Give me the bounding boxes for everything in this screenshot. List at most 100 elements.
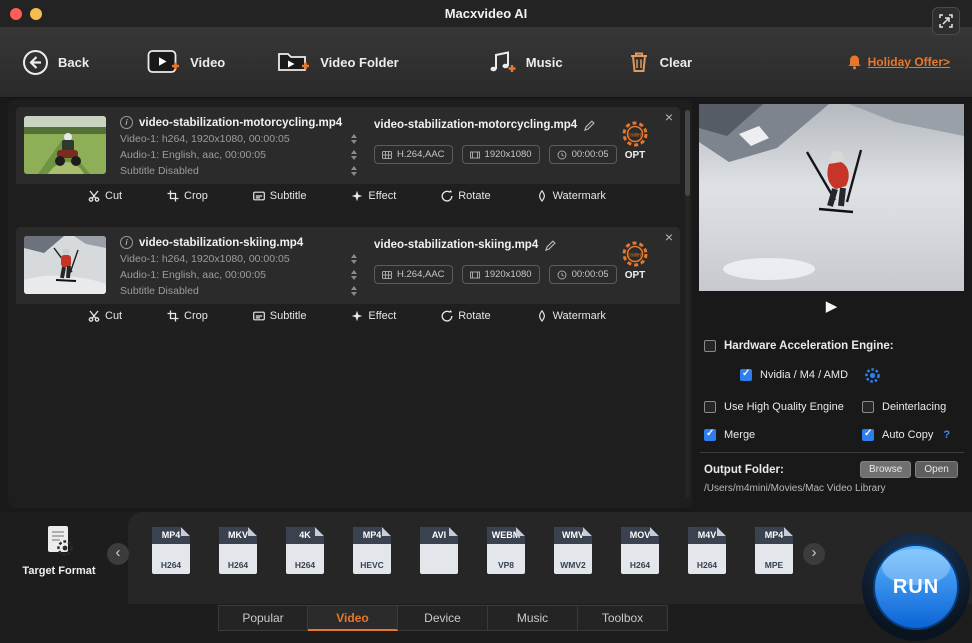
tab-video[interactable]: Video [308,605,398,631]
add-music-button[interactable]: Music [487,49,563,75]
video-track-stepper[interactable] [351,134,360,144]
rename-pencil-icon[interactable] [545,240,556,251]
source-info: i video-stabilization-motorcycling.mp4 V… [120,116,360,177]
hardware-engine-checkbox[interactable] [704,340,716,352]
cut-button[interactable]: Cut [88,190,122,202]
cut-label: Cut [105,190,122,202]
back-label: Back [58,55,89,70]
tab-popular[interactable]: Popular [218,605,308,631]
open-button[interactable]: Open [915,461,957,478]
remove-file-button[interactable]: × [665,230,673,244]
run-label: RUN [893,576,939,599]
codec-gear-icon: codec [617,119,653,149]
info-icon[interactable]: i [120,236,133,249]
crop-button[interactable]: Crop [167,190,208,202]
target-format-label: Target Format [16,565,102,577]
format-mp4-mpe[interactable]: MP4MPE [747,527,801,574]
format-avi[interactable]: AVI [412,527,466,574]
format-mp4-hevc[interactable]: MP4HEVC [345,527,399,574]
preview-controls: ▶ [699,297,964,316]
browse-button[interactable]: Browse [860,461,911,478]
tab-video-label: Video [336,611,368,625]
output-filename: video-stabilization-skiing.mp4 [374,239,538,251]
subtitle-track-row: Subtitle Disabled [120,285,360,297]
high-quality-checkbox[interactable] [704,401,716,413]
settings-divider [700,452,964,453]
tab-music-label: Music [517,611,548,625]
format-mkv-h264[interactable]: MKVH264 [211,527,265,574]
video-track-row: Video-1: h264, 1920x1080, 00:00:05 [120,253,360,265]
close-window-button[interactable] [10,8,22,20]
codec-chip: H.264,AAC [374,265,453,284]
effect-button[interactable]: Effect [351,190,396,202]
format-wmv-wmv2[interactable]: WMVWMV2 [546,527,600,574]
format-m4v-h264[interactable]: M4VH264 [680,527,734,574]
clear-button[interactable]: Clear [627,49,693,75]
clear-label: Clear [660,55,693,70]
audio-track-stepper[interactable] [351,270,360,280]
titlebar: Macxvideo AI [0,0,972,28]
video-track-stepper[interactable] [351,254,360,264]
hardware-engine-label: Hardware Acceleration Engine: [724,340,894,352]
tab-device[interactable]: Device [398,605,488,631]
video-track-row: Video-1: h264, 1920x1080, 00:00:05 [120,133,360,145]
screen-capture-icon[interactable] [932,7,960,35]
rotate-button[interactable]: Rotate [441,310,490,322]
audio-track-stepper[interactable] [351,150,360,160]
video-thumbnail[interactable] [24,236,106,294]
gpu-label: Nvidia / M4 / AMD [760,369,848,381]
subtitle-track-stepper[interactable] [351,286,360,296]
cut-button[interactable]: Cut [88,310,122,322]
deinterlacing-checkbox[interactable] [862,401,874,413]
effect-label: Effect [368,190,396,202]
crop-button[interactable]: Crop [167,310,208,322]
help-icon[interactable]: ? [943,429,950,441]
subtitle-track-stepper[interactable] [351,166,360,176]
scroll-formats-left-button[interactable]: ‹ [107,543,129,565]
merge-checkbox[interactable] [704,429,716,441]
format-mp4-h264[interactable]: MP4H264 [144,527,198,574]
duration-value: 00:00:05 [572,149,609,160]
format-webm-vp8[interactable]: WEBMVP8 [479,527,533,574]
add-video-folder-button[interactable]: Video Folder [277,49,399,75]
auto-copy-checkbox[interactable] [862,429,874,441]
format-mov-h264[interactable]: MOVH264 [613,527,667,574]
back-button[interactable]: Back [22,49,89,76]
video-thumbnail[interactable] [24,116,106,174]
rotate-button[interactable]: Rotate [441,190,490,202]
format-4k-h264[interactable]: 4KH264 [278,527,332,574]
video-preview[interactable] [699,104,964,291]
watermark-button[interactable]: Watermark [536,310,606,322]
info-icon[interactable]: i [120,116,133,129]
rename-pencil-icon[interactable] [584,120,595,131]
merge-row: Merge Auto Copy ? [704,427,966,443]
effect-button[interactable]: Effect [351,310,396,322]
opt-codec-button[interactable]: codec OPT [612,239,658,281]
run-button[interactable]: RUN [873,544,959,630]
play-button[interactable]: ▶ [826,297,838,315]
remove-file-button[interactable]: × [665,110,673,124]
file-list-panel: i video-stabilization-motorcycling.mp4 V… [8,100,692,508]
tab-toolbox[interactable]: Toolbox [578,605,668,631]
watermark-button[interactable]: Watermark [536,190,606,202]
add-video-button[interactable]: Video [147,49,225,75]
format-list: MP4H264 MKVH264 4KH264 MP4HEVC AVI WEBMV… [144,527,801,574]
scroll-formats-right-button[interactable]: › [803,543,825,565]
clock-icon [557,150,567,160]
trash-icon [627,49,651,75]
clock-icon [557,270,567,280]
subtitle-button[interactable]: Subtitle [253,190,307,202]
tab-music[interactable]: Music [488,605,578,631]
scrollbar[interactable] [685,110,690,498]
gpu-settings-gear-icon[interactable] [864,367,881,384]
gpu-checkbox[interactable] [740,369,752,381]
rotate-label: Rotate [458,310,490,322]
minimize-window-button[interactable] [30,8,42,20]
opt-codec-button[interactable]: codec OPT [612,119,658,161]
resolution-chip: 1920x1080 [462,145,540,164]
subtitle-track-label: Subtitle Disabled [120,165,199,177]
subtitle-button[interactable]: Subtitle [253,310,307,322]
scrollbar-handle[interactable] [685,110,690,196]
deinterlacing-label: Deinterlacing [882,401,946,413]
holiday-offer-link[interactable]: Holiday Offer> [847,54,950,70]
